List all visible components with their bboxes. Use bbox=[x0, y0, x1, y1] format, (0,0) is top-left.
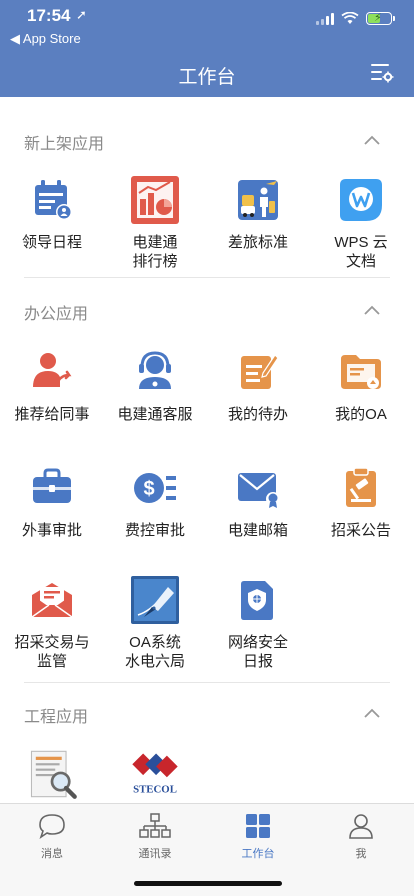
location-arrow-icon: ➚ bbox=[76, 7, 87, 22]
chat-bubble-icon bbox=[39, 814, 65, 839]
app-recommend[interactable]: 推荐给同事 bbox=[2, 347, 102, 424]
app-label: 招采交易与 监管 bbox=[14, 634, 90, 670]
app-label: 电建邮箱 bbox=[227, 522, 288, 539]
app-label: 电建通 排行榜 bbox=[132, 234, 178, 270]
app-my-oa[interactable]: 我的OA bbox=[311, 347, 411, 424]
app-mail[interactable]: 电建邮箱 bbox=[208, 463, 308, 540]
app-label: OA系统 水电六局 bbox=[124, 634, 185, 670]
app-label: WPS 云 文档 bbox=[334, 234, 388, 270]
tab-messages[interactable]: 消息 bbox=[2, 812, 102, 861]
app-tender-notice[interactable]: 招采公告 bbox=[311, 463, 411, 540]
section-title-engineering: 工程应用 bbox=[24, 709, 89, 726]
status-indicators: ⚡ bbox=[316, 12, 395, 25]
section-divider bbox=[24, 682, 390, 683]
home-indicator bbox=[134, 881, 282, 886]
app-oa-system[interactable]: OA系统 水电六局 bbox=[105, 575, 205, 671]
app-label: 费控审批 bbox=[124, 522, 185, 539]
tab-me[interactable]: 我 bbox=[311, 812, 411, 861]
app-stecol[interactable]: STECOL bbox=[105, 747, 205, 803]
app-leader-schedule[interactable]: 领导日程 bbox=[2, 175, 102, 252]
app-travel-standard[interactable]: 差旅标准 bbox=[208, 175, 308, 252]
app-label: 外事审批 bbox=[21, 522, 82, 539]
headset-icon bbox=[139, 351, 171, 389]
tab-label: 工作台 bbox=[241, 848, 275, 860]
app-my-todo[interactable]: 我的待办 bbox=[208, 347, 308, 424]
app-label: 领导日程 bbox=[21, 234, 82, 251]
grid-icon bbox=[246, 814, 270, 838]
list-settings-icon[interactable] bbox=[370, 62, 394, 84]
mail-open-icon bbox=[31, 583, 73, 618]
app-label: 网络安全 日报 bbox=[227, 634, 288, 670]
app-label: 我的待办 bbox=[227, 406, 288, 423]
document-search-icon bbox=[30, 750, 77, 799]
briefcase-icon bbox=[33, 468, 71, 503]
app-expense-approval[interactable]: $ 费控审批 bbox=[105, 463, 205, 540]
signal-icon bbox=[316, 12, 334, 25]
stecol-logo-text: STECOL bbox=[133, 783, 177, 795]
app-label: 我的OA bbox=[335, 406, 387, 423]
collapse-chevron-icon[interactable] bbox=[364, 708, 380, 718]
share-user-icon bbox=[33, 353, 72, 387]
app-foreign-affairs[interactable]: 外事审批 bbox=[2, 463, 102, 540]
app-wps-cloud[interactable]: WPS 云 文档 bbox=[311, 175, 411, 271]
collapse-chevron-icon[interactable] bbox=[364, 305, 380, 315]
app-label: 推荐给同事 bbox=[14, 406, 90, 423]
folder-icon bbox=[341, 355, 381, 389]
app-ranking[interactable]: 电建通 排行榜 bbox=[105, 175, 205, 271]
back-to-app-store-link[interactable]: ◀ App Store bbox=[10, 31, 81, 47]
calendar-user-icon bbox=[35, 180, 72, 220]
person-icon bbox=[349, 814, 373, 839]
app-grid-area[interactable]: 新上架应用 领导日程 电建通 排行榜 差旅标准 WPS 云 文档 办公应用 推荐… bbox=[0, 97, 414, 803]
status-time: 17:54 bbox=[27, 6, 71, 25]
app-security-report[interactable]: 网络安全 日报 bbox=[208, 575, 308, 671]
app-engineering-docs[interactable] bbox=[2, 747, 102, 803]
tab-label: 我 bbox=[355, 848, 367, 860]
app-label: 招采公告 bbox=[330, 522, 391, 539]
stecol-logo-icon: STECOL bbox=[132, 753, 178, 795]
wifi-icon bbox=[341, 12, 359, 24]
todo-icon bbox=[241, 354, 279, 389]
page-title: 工作台 bbox=[178, 67, 236, 88]
collapse-chevron-icon[interactable] bbox=[364, 135, 380, 145]
org-chart-icon bbox=[139, 813, 171, 838]
wps-cloud-icon bbox=[340, 179, 382, 221]
mail-icon bbox=[238, 473, 280, 508]
app-label: 差旅标准 bbox=[227, 234, 288, 251]
dollar-list-icon: $ bbox=[134, 473, 176, 503]
travel-icon bbox=[238, 180, 278, 220]
app-label: 电建通客服 bbox=[117, 406, 193, 423]
app-customer-service[interactable]: 电建通客服 bbox=[105, 347, 205, 424]
clipboard-hammer-icon bbox=[346, 467, 376, 507]
tab-label: 通讯录 bbox=[138, 848, 172, 860]
tab-label: 消息 bbox=[41, 848, 63, 860]
tab-workbench[interactable]: 工作台 bbox=[208, 812, 308, 861]
battery-icon: ⚡ bbox=[366, 12, 395, 25]
section-title-office: 办公应用 bbox=[24, 306, 89, 323]
section-title-new: 新上架应用 bbox=[24, 136, 105, 153]
svg-text:$: $ bbox=[143, 478, 154, 500]
security-doc-icon bbox=[241, 581, 273, 620]
section-divider bbox=[24, 277, 390, 278]
top-header: 17:54 ➚ ◀ App Store ⚡ 工作台 bbox=[0, 0, 414, 97]
tab-contacts[interactable]: 通讯录 bbox=[105, 812, 205, 861]
fountain-pen-icon bbox=[131, 576, 179, 624]
ranking-chart-icon bbox=[131, 176, 179, 224]
app-tender-trade[interactable]: 招采交易与 监管 bbox=[2, 575, 102, 671]
